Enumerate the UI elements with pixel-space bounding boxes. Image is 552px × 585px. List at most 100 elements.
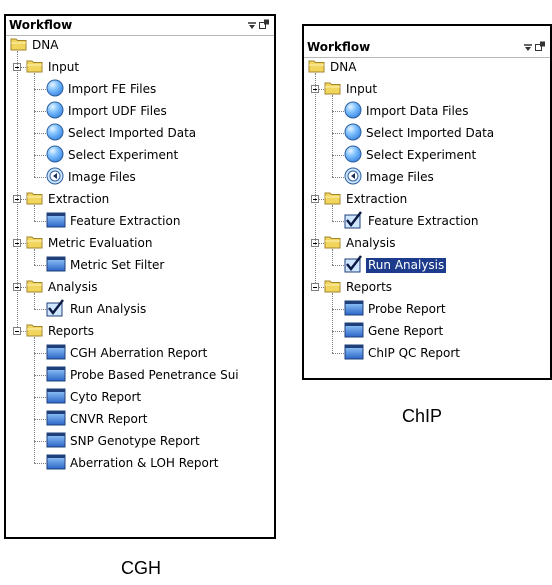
tree-group-reports[interactable]: Reports [26,321,94,341]
tree-group-analysis[interactable]: Analysis [26,277,97,297]
tree-connector-horizontal [332,331,344,332]
chip-workflow-tree: DNA Input Import Data Files Select Imported… [304,26,550,378]
tree-connector-horizontal [21,67,26,68]
tree-item-cnvr-report[interactable]: CNVR Report [46,409,148,429]
tree-item-import-data-files[interactable]: Import Data Files [344,101,468,121]
tree-connector-horizontal [34,155,46,156]
item-label: Aberration & LOH Report [70,455,219,470]
tree-item-probe-report[interactable]: Probe Report [344,299,446,319]
item-label: Cyto Report [70,389,142,404]
tree-item-aberration-loh-report[interactable]: Aberration & LOH Report [46,453,219,473]
tree-connector-horizontal [332,265,344,266]
tree-connector-horizontal [332,221,344,222]
tree-connector-horizontal [34,463,46,464]
report-icon [46,387,66,408]
folder-icon [324,235,342,252]
report-icon [344,299,364,320]
tree-connector-vertical [332,293,333,353]
tree-connector-horizontal [332,133,344,134]
tree-item-run-analysis[interactable]: Run Analysis [46,298,147,320]
tree-connector-vertical [315,73,316,283]
item-label: Import UDF Files [68,103,167,118]
report-icon [46,211,66,232]
tree-item-feature-extraction[interactable]: Feature Extraction [46,211,180,231]
group-label: Input [346,81,378,96]
tree-connector-horizontal [34,353,46,354]
tree-connector-horizontal [34,265,46,266]
tree-item-image-files[interactable]: Image Files [46,167,136,187]
tree-item-snp-genotype-report[interactable]: SNP Genotype Report [46,431,200,451]
tree-connector-horizontal [332,353,344,354]
group-label: Reports [48,323,95,338]
cgh-workflow-panel: Workflow DNA Input Import FE Files Import U… [4,14,276,539]
tree-item-import-udf-files[interactable]: Import UDF Files [46,101,167,121]
tree-connector-horizontal [34,111,46,112]
item-label: Select Imported Data [366,125,495,140]
blue-sphere-icon [46,79,64,100]
tree-connector-horizontal [319,243,324,244]
tree-connector-vertical [332,249,333,265]
tree-item-metric-set-filter[interactable]: Metric Set Filter [46,255,164,275]
folder-icon [26,279,44,296]
item-label: ChIP QC Report [368,345,460,360]
report-icon [344,343,364,364]
tree-root-label: DNA [330,59,357,74]
blue-sphere-icon [344,101,362,122]
tree-connector-horizontal [332,111,344,112]
item-label: Run Analysis [70,301,147,316]
collapse-toggle-icon[interactable] [311,283,319,291]
tree-item-feature-extraction[interactable]: Feature Extraction [344,210,478,232]
cgh-workflow-tree: DNA Input Import FE Files Import UDF Files S… [6,16,274,537]
item-label: Image Files [68,169,136,184]
tree-connector-horizontal [34,309,46,310]
blue-sphere-icon [46,123,64,144]
tree-connector-horizontal [21,331,26,332]
item-label: Image Files [366,169,434,184]
tree-item-cyto-report[interactable]: Cyto Report [46,387,141,407]
tree-connector-horizontal [332,177,344,178]
group-label: Analysis [346,235,396,250]
tree-item-run-analysis[interactable]: Run Analysis [344,254,447,276]
item-label: Select Imported Data [68,125,197,140]
tree-item-cgh-aberration-report[interactable]: CGH Aberration Report [46,343,207,363]
checkmark-icon [344,210,364,232]
report-icon [46,255,66,276]
tree-connector-horizontal [34,221,46,222]
tree-group-extraction[interactable]: Extraction [26,189,109,209]
folder-icon [26,235,44,252]
folder-icon [324,191,342,208]
tree-item-gene-report[interactable]: Gene Report [344,321,443,341]
group-label: Input [48,59,80,74]
tree-connector-horizontal [332,155,344,156]
cgh-caption: CGH [121,558,161,578]
tree-connector-vertical [332,95,333,177]
tree-item-select-experiment[interactable]: Select Experiment [46,145,178,165]
tree-group-analysis[interactable]: Analysis [324,233,395,253]
tree-group-extraction[interactable]: Extraction [324,189,407,209]
group-label: Metric Evaluation [48,235,153,250]
collapse-toggle-icon[interactable] [13,327,21,335]
tree-item-image-files[interactable]: Image Files [344,167,434,187]
item-label: Select Experiment [366,147,477,162]
tree-item-select-imported-data[interactable]: Select Imported Data [46,123,196,143]
tree-connector-horizontal [34,441,46,442]
image-disc-icon [46,167,64,188]
tree-connector-vertical [34,205,35,221]
tree-item-select-experiment[interactable]: Select Experiment [344,145,476,165]
tree-item-probe-based-penetrance-sui[interactable]: Probe Based Penetrance Sui [46,365,239,385]
tree-connector-horizontal [332,309,344,310]
blue-sphere-icon [344,123,362,144]
report-icon [46,431,66,452]
tree-item-chip-qc-report[interactable]: ChIP QC Report [344,343,460,363]
folder-icon [308,59,326,76]
tree-item-import-fe-files[interactable]: Import FE Files [46,79,156,99]
tree-group-reports[interactable]: Reports [324,277,392,297]
chip-workflow-panel: Workflow DNA Input Import Data Files Select… [302,24,552,380]
tree-connector-horizontal [34,397,46,398]
group-label: Reports [346,279,393,294]
item-label: CNVR Report [70,411,148,426]
tree-item-select-imported-data[interactable]: Select Imported Data [344,123,494,143]
tree-group-metric-evaluation[interactable]: Metric Evaluation [26,233,152,253]
checkmark-icon [46,298,66,320]
checkmark-icon [344,254,364,276]
